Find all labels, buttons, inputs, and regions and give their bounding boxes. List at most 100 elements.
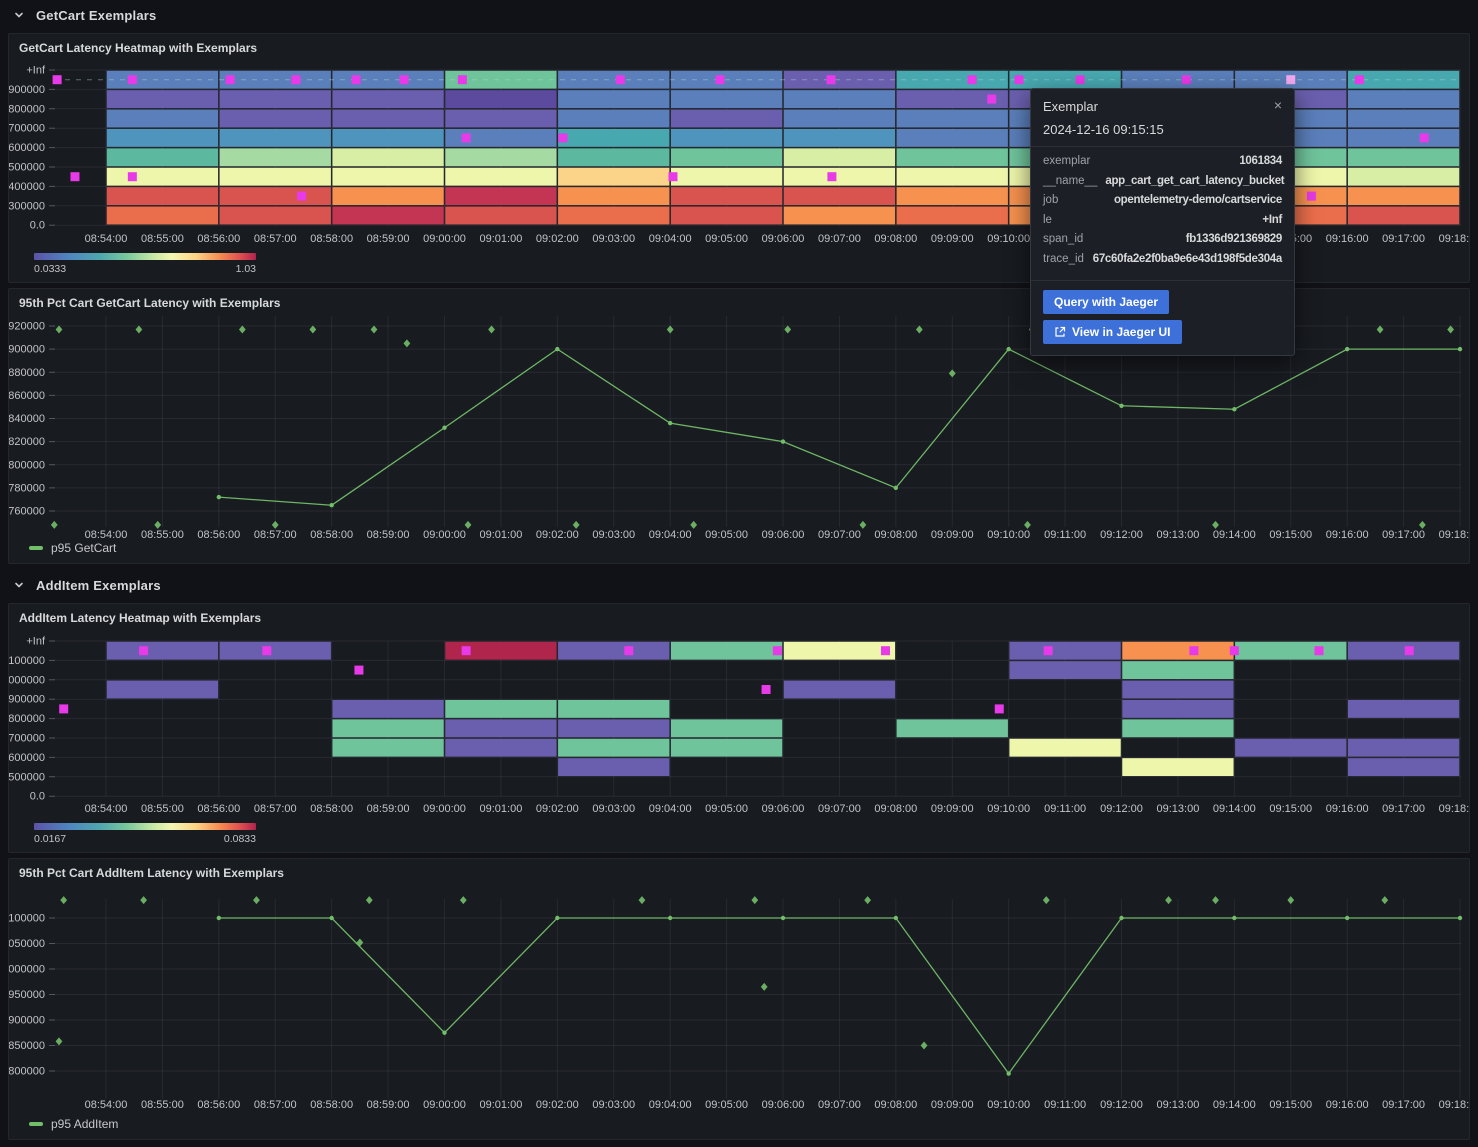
- grafana-dashboard: GetCart Exemplars GetCart Latency Heatma…: [0, 0, 1478, 1147]
- svg-text:0.0: 0.0: [30, 791, 45, 803]
- svg-text:09:02:00: 09:02:00: [536, 1099, 579, 1111]
- svg-text:09:15:00: 09:15:00: [1269, 1099, 1312, 1111]
- external-link-icon: [1054, 326, 1066, 338]
- panel-title[interactable]: AddItem Latency Heatmap with Exemplars: [19, 611, 261, 625]
- svg-text:09:03:00: 09:03:00: [592, 803, 635, 815]
- svg-text:09:06:00: 09:06:00: [762, 529, 805, 541]
- color-scale-bar: [34, 253, 256, 260]
- svg-text:09:06:00: 09:06:00: [762, 803, 805, 815]
- color-scale-min: 0.0167: [34, 833, 66, 845]
- svg-text:08:56:00: 08:56:00: [197, 1099, 240, 1111]
- svg-text:08:59:00: 08:59:00: [367, 233, 410, 245]
- svg-text:09:05:00: 09:05:00: [705, 233, 748, 245]
- chevron-down-icon: [12, 8, 26, 22]
- svg-text:0.0: 0.0: [30, 220, 45, 232]
- svg-text:09:17:00: 09:17:00: [1382, 233, 1425, 245]
- tooltip-row: trace_id67c60fa2e2f0ba9e6e43d198f5de304a: [1043, 253, 1282, 273]
- svg-text:08:59:00: 08:59:00: [367, 803, 410, 815]
- svg-text:09:05:00: 09:05:00: [705, 803, 748, 815]
- svg-text:08:58:00: 08:58:00: [310, 1099, 353, 1111]
- svg-text:09:03:00: 09:03:00: [592, 233, 635, 245]
- tooltip-actions: Query with Jaeger View in Jaeger UI: [1031, 281, 1294, 355]
- svg-text:09:14:00: 09:14:00: [1213, 1099, 1256, 1111]
- svg-text:09:10:00: 09:10:00: [987, 803, 1030, 815]
- section-title: AddItem Exemplars: [36, 578, 161, 593]
- svg-text:09:11:00: 09:11:00: [1044, 803, 1086, 815]
- svg-text:09:09:00: 09:09:00: [931, 233, 974, 245]
- svg-text:09:05:00: 09:05:00: [705, 529, 748, 541]
- svg-text:09:01:00: 09:01:00: [480, 233, 523, 245]
- svg-text:09:13:00: 09:13:00: [1157, 803, 1200, 815]
- svg-text:08:57:00: 08:57:00: [254, 529, 297, 541]
- svg-text:09:18:00: 09:18:00: [1439, 529, 1470, 541]
- button-label: View in Jaeger UI: [1072, 325, 1171, 339]
- svg-text:09:00:00: 09:00:00: [423, 529, 466, 541]
- svg-text:900000: 900000: [9, 344, 45, 356]
- svg-text:09:07:00: 09:07:00: [818, 1099, 861, 1111]
- svg-text:09:16:00: 09:16:00: [1326, 529, 1369, 541]
- query-with-jaeger-button[interactable]: Query with Jaeger: [1043, 290, 1169, 314]
- svg-text:950000: 950000: [9, 989, 45, 1001]
- view-in-jaeger-ui-button[interactable]: View in Jaeger UI: [1043, 320, 1182, 344]
- svg-text:09:08:00: 09:08:00: [874, 529, 917, 541]
- svg-text:09:01:00: 09:01:00: [480, 1099, 523, 1111]
- svg-text:800000: 800000: [9, 1066, 45, 1078]
- svg-text:500000: 500000: [9, 771, 45, 783]
- svg-text:700000: 700000: [9, 733, 45, 745]
- svg-text:600000: 600000: [9, 142, 45, 154]
- svg-text:850000: 850000: [9, 1040, 45, 1052]
- svg-text:09:16:00: 09:16:00: [1326, 1099, 1369, 1111]
- section-header-additem[interactable]: AddItem Exemplars: [0, 570, 1478, 600]
- svg-text:09:12:00: 09:12:00: [1100, 529, 1143, 541]
- svg-text:09:18:00: 09:18:00: [1439, 1099, 1470, 1111]
- additem-p95-plot[interactable]: 1100000105000010000009500009000008500008…: [9, 859, 1470, 1140]
- button-label: Query with Jaeger: [1054, 295, 1158, 309]
- svg-text:09:09:00: 09:09:00: [931, 803, 974, 815]
- section-title: GetCart Exemplars: [36, 8, 156, 23]
- svg-text:1050000: 1050000: [9, 938, 45, 950]
- svg-text:08:55:00: 08:55:00: [141, 233, 184, 245]
- additem-heatmap-plot[interactable]: +Inf110000010000009000008000007000006000…: [9, 604, 1470, 853]
- series-legend[interactable]: p95 AddItem: [29, 1117, 118, 1131]
- svg-text:08:54:00: 08:54:00: [85, 803, 128, 815]
- svg-text:880000: 880000: [9, 367, 45, 379]
- svg-text:09:01:00: 09:01:00: [480, 529, 523, 541]
- svg-text:08:55:00: 08:55:00: [141, 1099, 184, 1111]
- svg-text:09:12:00: 09:12:00: [1100, 1099, 1143, 1111]
- chevron-down-icon: [12, 578, 26, 592]
- series-color-swatch: [29, 1122, 43, 1126]
- close-icon[interactable]: ×: [1274, 99, 1282, 111]
- svg-text:08:59:00: 08:59:00: [367, 1099, 410, 1111]
- svg-text:09:18:00: 09:18:00: [1439, 233, 1470, 245]
- svg-text:500000: 500000: [9, 162, 45, 174]
- section-header-getcart[interactable]: GetCart Exemplars: [0, 0, 1478, 30]
- tooltip-row: __name__app_cart_get_cart_latency_bucket: [1043, 175, 1282, 195]
- svg-text:09:00:00: 09:00:00: [423, 233, 466, 245]
- svg-text:700000: 700000: [9, 123, 45, 135]
- series-legend[interactable]: p95 GetCart: [29, 541, 116, 555]
- tooltip-row: jobopentelemetry-demo/cartservice: [1043, 194, 1282, 214]
- svg-text:09:00:00: 09:00:00: [423, 803, 466, 815]
- svg-text:09:08:00: 09:08:00: [874, 803, 917, 815]
- tooltip-header: Exemplar × 2024-12-16 09:15:15: [1031, 89, 1294, 147]
- tooltip-row: le+Inf: [1043, 214, 1282, 234]
- panel-additem-heatmap: AddItem Latency Heatmap with Exemplars +…: [8, 603, 1470, 853]
- svg-text:09:10:00: 09:10:00: [987, 1099, 1030, 1111]
- svg-text:09:12:00: 09:12:00: [1100, 803, 1143, 815]
- color-scale-legend: 0.0167 0.0833: [34, 823, 256, 853]
- svg-text:760000: 760000: [9, 506, 45, 518]
- svg-text:800000: 800000: [9, 459, 45, 471]
- panel-title[interactable]: GetCart Latency Heatmap with Exemplars: [19, 41, 257, 55]
- svg-text:09:03:00: 09:03:00: [592, 1099, 635, 1111]
- color-scale-max: 0.0833: [224, 833, 256, 845]
- svg-text:08:55:00: 08:55:00: [141, 803, 184, 815]
- svg-text:09:17:00: 09:17:00: [1382, 1099, 1425, 1111]
- svg-text:09:09:00: 09:09:00: [931, 1099, 974, 1111]
- panel-title[interactable]: 95th Pct Cart GetCart Latency with Exemp…: [19, 296, 280, 310]
- svg-text:08:58:00: 08:58:00: [310, 529, 353, 541]
- svg-text:09:03:00: 09:03:00: [592, 529, 635, 541]
- svg-text:09:15:00: 09:15:00: [1269, 529, 1312, 541]
- panel-title[interactable]: 95th Pct Cart AddItem Latency with Exemp…: [19, 866, 284, 880]
- svg-text:+Inf: +Inf: [26, 65, 46, 77]
- tooltip-row: exemplar1061834: [1043, 155, 1282, 175]
